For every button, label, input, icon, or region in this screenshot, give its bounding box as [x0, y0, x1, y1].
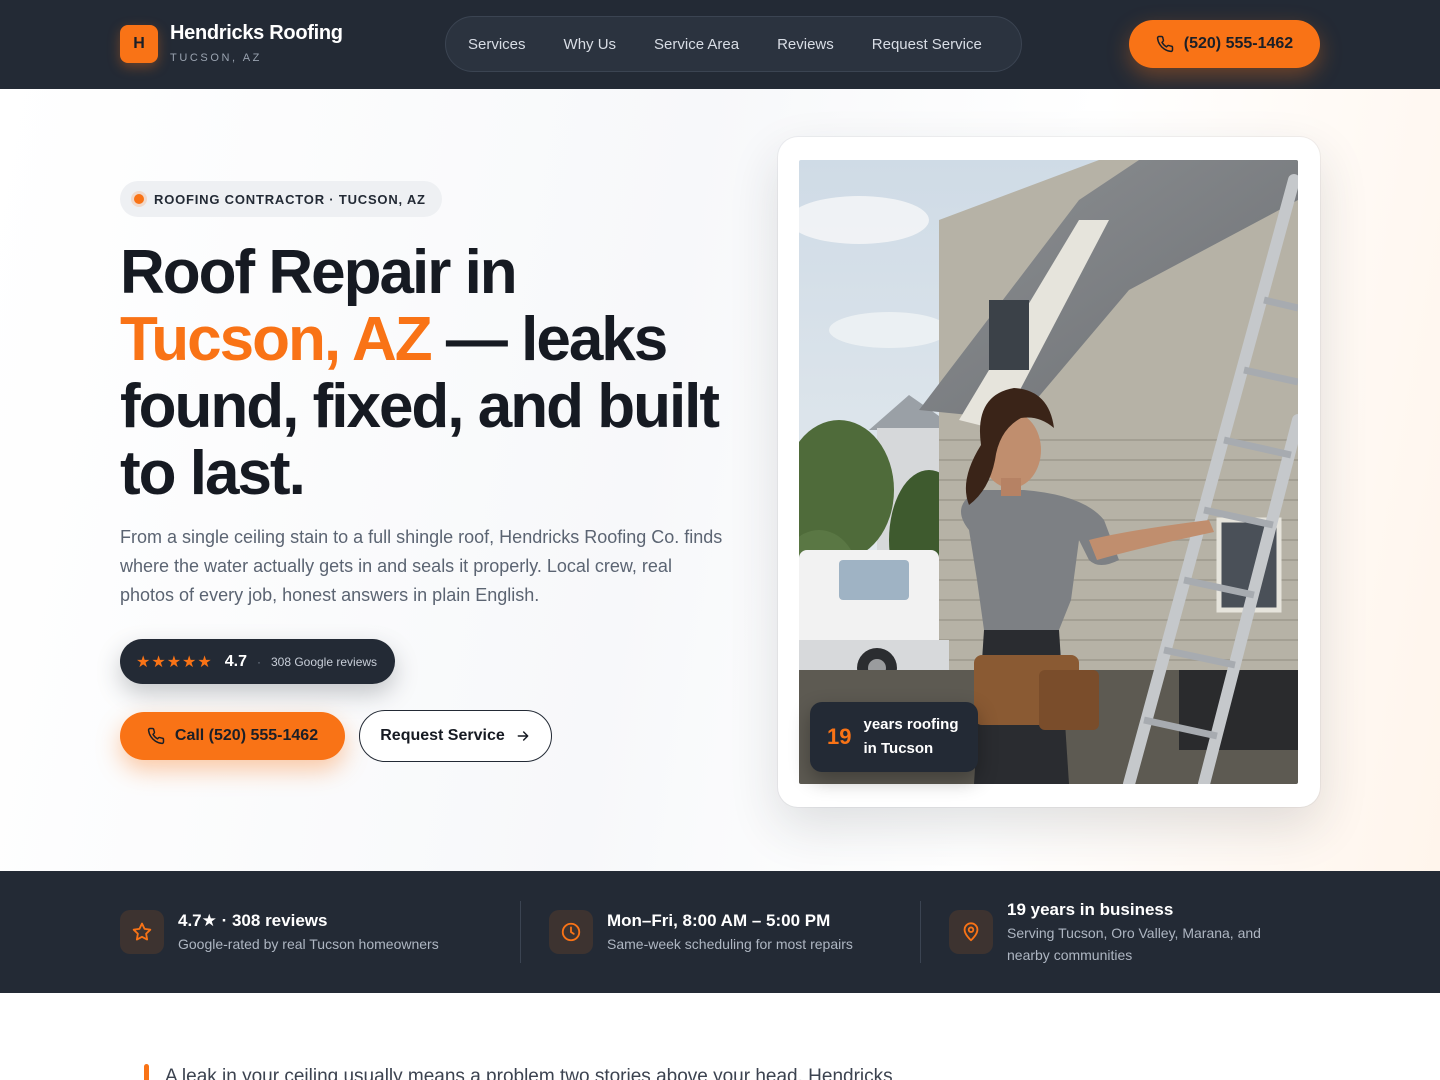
rating-score: 4.7: [224, 652, 247, 670]
arrow-right-icon: [517, 731, 529, 741]
headline-part-1: Roof Repair in: [120, 238, 518, 307]
nav-link-services[interactable]: Services: [468, 36, 526, 53]
hero-section: ROOFING CONTRACTOR · TUCSON, AZ Roof Rep…: [0, 89, 1440, 871]
main-nav: Services Why Us Service Area Reviews Req…: [445, 16, 1022, 72]
stat-hours-desc: Same-week scheduling for most repairs: [607, 936, 853, 952]
brand-city: TUCSON, AZ: [170, 52, 263, 64]
trust-stats-bar: 4.7★ · 308 reviews Google-rated by real …: [0, 871, 1440, 993]
star-icon: [120, 910, 164, 954]
intro-text: A leak in your ceiling usually means a p…: [165, 1066, 893, 1080]
stat-years-text: 19 years in business Serving Tucson, Oro…: [1007, 898, 1297, 966]
nav-link-request-service[interactable]: Request Service: [872, 36, 982, 53]
status-dot: [134, 194, 144, 204]
call-now-button[interactable]: Call (520) 555-1462: [120, 712, 345, 760]
call-now-label: Call (520) 555-1462: [174, 727, 319, 744]
logo-mark: H: [120, 25, 158, 63]
review-count: 308 Google reviews: [270, 654, 378, 669]
rating-separator: ·: [256, 654, 261, 669]
rating-badge[interactable]: ★★★★★ 4.7 · 308 Google reviews: [120, 639, 396, 684]
headline-accent: Tucson, AZ: [120, 305, 433, 374]
eyebrow-text: ROOFING CONTRACTOR · TUCSON, AZ: [154, 191, 426, 207]
stat-reviews-desc: Google-rated by real Tucson homeowners: [178, 936, 439, 952]
hero-photo-card: 19 years roofing in Tucson: [778, 137, 1320, 807]
stat-years-desc: Serving Tucson, Oro Valley, Marana, and …: [1007, 925, 1261, 963]
star-rating-icon: ★★★★★: [136, 653, 213, 671]
header-call-button[interactable]: (520) 555-1462: [1129, 20, 1320, 68]
request-service-button[interactable]: Request Service: [359, 710, 552, 762]
header-call-label: (520) 555-1462: [1183, 35, 1294, 52]
top-navigation-bar: H Hendricks Roofing TUCSON, AZ Services …: [0, 0, 1440, 89]
eyebrow-badge: ROOFING CONTRACTOR · TUCSON, AZ: [120, 181, 442, 217]
clock-icon: [549, 910, 593, 954]
roofer-on-ladder-photo: [799, 160, 1298, 784]
nav-link-service-area[interactable]: Service Area: [654, 36, 739, 53]
stat-years: 19 years in business Serving Tucson, Oro…: [949, 871, 1297, 993]
stat-divider: [520, 901, 521, 963]
stat-hours-title: Mon–Fri, 8:00 AM – 5:00 PM: [607, 911, 831, 930]
nav-link-reviews[interactable]: Reviews: [777, 36, 834, 53]
stat-reviews-title: 4.7★ · 308 reviews: [178, 911, 328, 930]
phone-icon: [147, 727, 165, 745]
hero-description: From a single ceiling stain to a full sh…: [120, 527, 723, 605]
nav-link-why-us[interactable]: Why Us: [564, 36, 617, 53]
intro-accent-bar: [144, 1064, 149, 1080]
stat-hours-text: Mon–Fri, 8:00 AM – 5:00 PM Same-week sch…: [607, 909, 853, 955]
years-badge: 19 years roofing in Tucson: [810, 702, 978, 772]
years-text-line-1: years roofing: [863, 716, 959, 733]
years-number: 19: [827, 724, 852, 749]
hero-headline: Roof Repair in Tucson, AZ — leaks found, …: [120, 239, 720, 507]
request-service-label: Request Service: [380, 727, 505, 744]
phone-icon: [1156, 35, 1174, 53]
hero-photo-illustration: [799, 160, 1298, 784]
brand-logo-link[interactable]: H Hendricks Roofing TUCSON, AZ: [120, 20, 343, 64]
stat-divider: [920, 901, 921, 963]
brand-text: Hendricks Roofing TUCSON, AZ: [170, 20, 343, 64]
map-pin-icon: [949, 910, 993, 954]
stat-years-title: 19 years in business: [1007, 900, 1174, 919]
brand-name: Hendricks Roofing: [170, 22, 343, 44]
years-text-line-2: in Tucson: [863, 740, 934, 757]
stat-hours: Mon–Fri, 8:00 AM – 5:00 PM Same-week sch…: [549, 871, 853, 993]
stat-reviews: 4.7★ · 308 reviews Google-rated by real …: [120, 871, 439, 993]
years-text: years roofing in Tucson: [863, 713, 958, 761]
stat-reviews-text: 4.7★ · 308 reviews Google-rated by real …: [178, 909, 439, 955]
